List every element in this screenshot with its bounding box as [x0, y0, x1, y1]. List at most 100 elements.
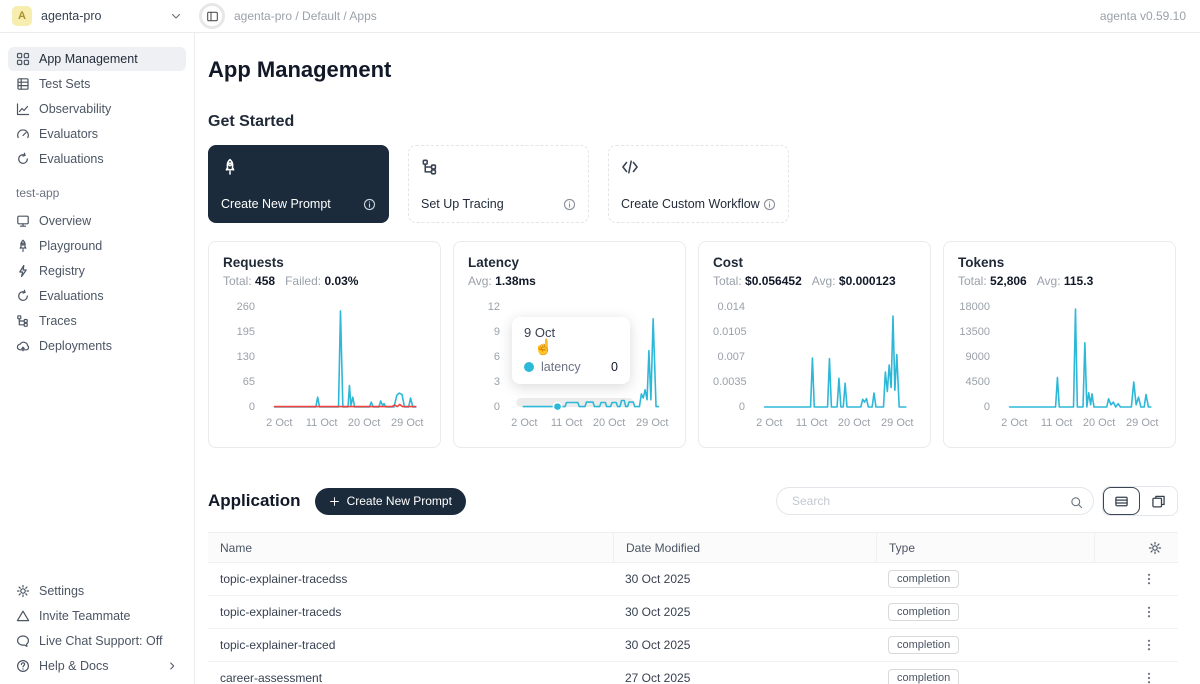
- sidebar-item-live-chat-support-off[interactable]: Live Chat Support: Off: [8, 629, 186, 653]
- get-started-card-create-new-prompt[interactable]: Create New Prompt: [208, 145, 389, 223]
- y-tick-label: 130: [223, 351, 255, 363]
- tooltip-series-label: latency: [541, 360, 581, 374]
- y-tick-label: 0: [713, 401, 745, 413]
- sidebar-section-label: test-app: [16, 186, 178, 200]
- sidebar-item-invite-teammate[interactable]: Invite Teammate: [8, 604, 186, 628]
- application-heading: Application: [208, 491, 301, 511]
- sidebar-toggle-button[interactable]: [199, 3, 225, 29]
- cell-date-modified: 30 Oct 2025: [613, 605, 876, 619]
- sidebar-item-traces[interactable]: Traces: [8, 309, 186, 333]
- table-body: topic-explainer-tracedss30 Oct 2025compl…: [208, 563, 1178, 684]
- column-header-date-modified: Date Modified: [613, 533, 876, 562]
- sidebar-item-test-sets[interactable]: Test Sets: [8, 72, 186, 96]
- get-started-heading: Get Started: [208, 113, 1178, 131]
- x-tick-label: 20 Oct: [593, 417, 625, 429]
- y-tick-label: 6: [468, 351, 500, 363]
- grid-icon: [16, 52, 30, 66]
- chat-icon: [16, 634, 30, 648]
- sidebar-item-observability[interactable]: Observability: [8, 97, 186, 121]
- y-axis-labels: 0.0140.01050.0070.00350: [713, 301, 753, 413]
- info-icon[interactable]: [363, 198, 376, 211]
- row-menu-button[interactable]: [1140, 570, 1158, 588]
- cell-date-modified: 30 Oct 2025: [613, 638, 876, 652]
- x-tick-label: 29 Oct: [636, 417, 668, 429]
- latency-tooltip: 9 Oct ☝ latency 0: [512, 317, 630, 384]
- table-view-button[interactable]: [1103, 487, 1140, 515]
- y-tick-label: 195: [223, 326, 255, 338]
- cell-name: career-assessment: [208, 671, 613, 684]
- create-button-label: Create New Prompt: [347, 494, 452, 508]
- triangle-icon: [16, 609, 30, 623]
- sidebar-item-label: Traces: [39, 314, 77, 328]
- sidebar-item-app-management[interactable]: App Management: [8, 47, 186, 71]
- row-menu-button[interactable]: [1140, 636, 1158, 654]
- y-tick-label: 65: [223, 376, 255, 388]
- x-tick-label: 2 Oct: [511, 417, 537, 429]
- x-axis-labels: 2 Oct11 Oct20 Oct29 Oct: [998, 417, 1161, 432]
- sidebar-item-evaluators[interactable]: Evaluators: [8, 122, 186, 146]
- y-tick-label: 4500: [958, 376, 990, 388]
- search-input[interactable]: [790, 493, 1070, 509]
- cell-type: completion: [876, 570, 1094, 588]
- x-tick-label: 2 Oct: [756, 417, 782, 429]
- chart-card-cost: CostTotal: $0.056452Avg: $0.0001230.0140…: [698, 241, 931, 448]
- sidebar-item-label: App Management: [39, 52, 138, 66]
- column-settings-icon[interactable]: [1148, 541, 1162, 555]
- chart-plot: [998, 301, 1161, 413]
- chart-stat: Avg: 1.38ms: [468, 274, 536, 288]
- cell-type: completion: [876, 603, 1094, 621]
- column-header-name: Name: [208, 533, 613, 562]
- view-toggle: [1102, 486, 1178, 516]
- sidebar-item-playground[interactable]: Playground: [8, 234, 186, 258]
- y-tick-label: 18000: [958, 301, 990, 313]
- x-axis-labels: 2 Oct11 Oct20 Oct29 Oct: [508, 417, 671, 432]
- row-menu-button[interactable]: [1140, 603, 1158, 621]
- rocket-icon: [16, 239, 30, 253]
- card-label: Create Custom Workflow: [621, 197, 760, 211]
- sidebar-item-label: Settings: [39, 584, 84, 598]
- main-content: App Management Get Started Create New Pr…: [195, 33, 1200, 684]
- sidebar-item-help-docs[interactable]: Help & Docs: [8, 654, 186, 678]
- get-started-card-create-custom-workflow[interactable]: Create Custom Workflow: [608, 145, 789, 223]
- help-icon: [16, 659, 30, 673]
- y-tick-label: 0.0105: [713, 326, 745, 338]
- card-icon-wrap: [621, 158, 776, 176]
- sidebar-item-settings[interactable]: Settings: [8, 579, 186, 603]
- table-row[interactable]: topic-explainer-traceds30 Oct 2025comple…: [208, 596, 1178, 629]
- sidebar-item-label: Deployments: [39, 339, 112, 353]
- get-started-card-set-up-tracing[interactable]: Set Up Tracing: [408, 145, 589, 223]
- sidebar-item-label: Live Chat Support: Off: [39, 634, 162, 648]
- chart-plot: [753, 301, 916, 413]
- breadcrumb[interactable]: agenta-pro / Default / Apps: [234, 9, 377, 23]
- info-icon[interactable]: [763, 198, 776, 211]
- workspace-selector[interactable]: A agenta-pro: [0, 6, 195, 26]
- x-tick-label: 20 Oct: [838, 417, 870, 429]
- type-badge: completion: [888, 669, 959, 684]
- y-tick-label: 0: [468, 401, 500, 413]
- table-view-icon: [1114, 494, 1129, 509]
- sidebar-item-label: Registry: [39, 264, 85, 278]
- chart-stat: Failed: 0.03%: [285, 274, 358, 288]
- table-row[interactable]: topic-explainer-traced30 Oct 2025complet…: [208, 629, 1178, 662]
- sidebar-item-deployments[interactable]: Deployments: [8, 334, 186, 358]
- table-header: NameDate ModifiedType: [208, 533, 1178, 563]
- table-row[interactable]: career-assessment27 Oct 2025completion: [208, 662, 1178, 684]
- x-axis-labels: 2 Oct11 Oct20 Oct29 Oct: [753, 417, 916, 432]
- sidebar-item-registry[interactable]: Registry: [8, 259, 186, 283]
- row-menu-button[interactable]: [1140, 669, 1158, 684]
- sidebar-item-evaluations[interactable]: Evaluations: [8, 147, 186, 171]
- create-new-prompt-button[interactable]: Create New Prompt: [315, 488, 466, 515]
- sidebar-item-evaluations[interactable]: Evaluations: [8, 284, 186, 308]
- cell-name: topic-explainer-tracedss: [208, 572, 613, 586]
- info-icon[interactable]: [563, 198, 576, 211]
- table-row[interactable]: topic-explainer-tracedss30 Oct 2025compl…: [208, 563, 1178, 596]
- chevron-down-icon: [169, 9, 183, 23]
- sidebar-footer-nav: Settings Invite Teammate Live Chat Support…: [8, 579, 186, 679]
- x-tick-label: 20 Oct: [1083, 417, 1115, 429]
- chevron-down-icon-slot: [169, 9, 183, 23]
- kebab-icon: [1142, 638, 1156, 652]
- sidebar-item-overview[interactable]: Overview: [8, 209, 186, 233]
- application-header: Application Create New Prompt: [208, 486, 1178, 516]
- y-tick-label: 9000: [958, 351, 990, 363]
- card-view-button[interactable]: [1140, 487, 1177, 515]
